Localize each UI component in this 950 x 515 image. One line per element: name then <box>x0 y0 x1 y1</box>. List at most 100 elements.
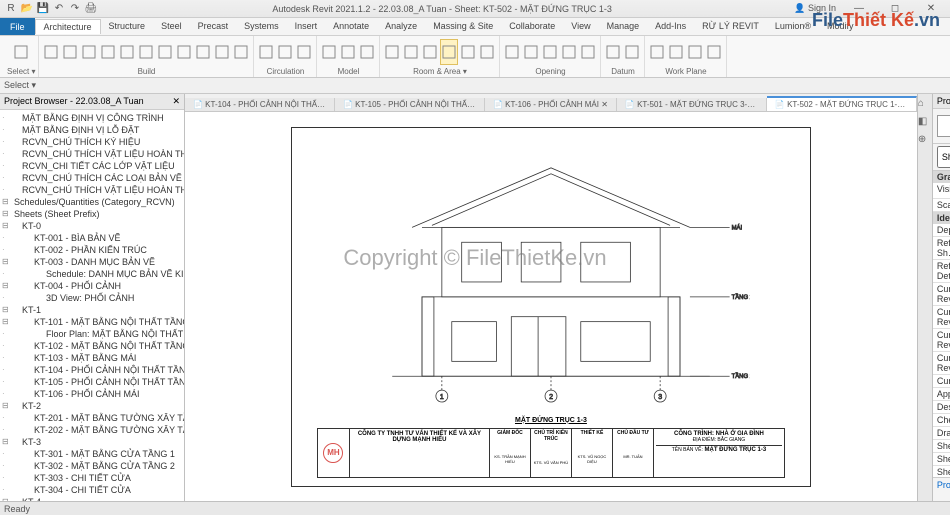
viewport[interactable]: 1 2 3 MÁI TẦNG 2 TẦNG 1 MẶT Đ <box>185 112 917 501</box>
tree-node[interactable]: 3D View: PHỐI CẢNH <box>0 292 184 304</box>
property-row[interactable]: Current Revisio… <box>933 352 950 375</box>
tree-node[interactable]: RCVN_CHÚ THÍCH VẬT LIỆU HOÀN THIỆN 2 <box>0 184 184 196</box>
tree-node[interactable]: Schedules/Quantities (Category_RCVN) <box>0 196 184 208</box>
room-separator-button[interactable] <box>402 39 420 65</box>
property-row[interactable]: Approved ByApprover <box>933 388 950 401</box>
modify-button[interactable] <box>12 39 30 65</box>
model-group-button[interactable] <box>358 39 376 65</box>
shaft-button[interactable] <box>522 39 540 65</box>
tree-node[interactable]: KT-202 - MẶT BẰNG TƯỜNG XÂY TẦNG 2 <box>0 424 184 436</box>
ref-plane-button[interactable] <box>686 39 704 65</box>
property-row[interactable]: Current Revisio… <box>933 283 950 306</box>
project-browser-tree[interactable]: MẶT BẰNG ĐỊNH VỊ CÔNG TRÌNHMẶT BẰNG ĐỊNH… <box>0 110 184 501</box>
tree-node[interactable]: KT-001 - BÌA BẢN VẼ <box>0 232 184 244</box>
by-face-button[interactable] <box>503 39 521 65</box>
tree-node[interactable]: Floor Plan: MẶT BẰNG NỘI THẤT TẦNG 1 <box>0 328 184 340</box>
document-tab[interactable]: 📄 KT-105 - PHỐI CẢNH NỘI THẤT TẦ… ✕ <box>335 98 485 111</box>
property-row[interactable]: Designed ByDesigner <box>933 401 950 414</box>
ribbon-tab-systems[interactable]: Systems <box>236 19 287 34</box>
ribbon-tab-structure[interactable]: Structure <box>101 19 154 34</box>
property-row[interactable]: Referencing Sh… <box>933 237 950 260</box>
window-button[interactable] <box>80 39 98 65</box>
tree-node[interactable]: KT-002 - PHẦN KIẾN TRÚC <box>0 244 184 256</box>
document-tab[interactable]: 📄 KT-501 - MẶT ĐỨNG TRỤC 3-1 ✕ <box>617 98 767 111</box>
ribbon-tab-addins[interactable]: Add-Ins <box>647 19 694 34</box>
ribbon-tab-precast[interactable]: Precast <box>190 19 237 34</box>
tree-node[interactable]: KT-106 - PHỐI CẢNH MÁI <box>0 388 184 400</box>
save-icon[interactable]: 💾 <box>36 2 50 16</box>
tag-room-button[interactable] <box>421 39 439 65</box>
tree-node[interactable]: KT-302 - MẶT BẰNG CỬA TẦNG 2 <box>0 460 184 472</box>
steering-icon[interactable]: ⊕ <box>918 134 932 148</box>
property-row[interactable]: Scale1 : 75 <box>933 199 950 212</box>
model-text-button[interactable] <box>320 39 338 65</box>
property-row[interactable]: Sheet NumberKT-503 <box>933 440 950 453</box>
wall-button[interactable] <box>42 39 60 65</box>
tree-node[interactable]: KT-1 <box>0 304 184 316</box>
property-row[interactable]: Current Revision <box>933 375 950 388</box>
ceiling-button[interactable] <box>156 39 174 65</box>
property-row[interactable]: DependencyIndependent <box>933 224 950 237</box>
property-row[interactable]: Current Revisio… <box>933 329 950 352</box>
tag-area-button[interactable] <box>478 39 496 65</box>
file-tab[interactable]: File <box>0 18 35 35</box>
roof-button[interactable] <box>137 39 155 65</box>
curtain-system-button[interactable] <box>194 39 212 65</box>
document-tab[interactable]: 📄 KT-104 - PHỐI CẢNH NỘI THẤT TẦ… ✕ <box>185 98 335 111</box>
tree-node[interactable]: RCVN_CHÚ THÍCH CÁC LOẠI BẢN VẼ <box>0 172 184 184</box>
show-button[interactable] <box>667 39 685 65</box>
area-button[interactable] <box>440 39 458 65</box>
ribbon-tab-rlrevit[interactable]: RỪ LÝ REVIT <box>694 19 767 34</box>
revit-icon[interactable]: R <box>4 2 18 16</box>
select-dropdown[interactable]: Select ▾ <box>4 80 36 91</box>
room-button[interactable] <box>383 39 401 65</box>
property-row[interactable]: Referencing Det… <box>933 260 950 283</box>
tree-node[interactable]: KT-003 - DANH MỤC BẢN VẼ <box>0 256 184 268</box>
property-row[interactable]: Checked ByChecker <box>933 414 950 427</box>
property-row[interactable]: Visibility/Graphi…Edit… <box>933 183 950 199</box>
mullion-button[interactable] <box>232 39 250 65</box>
stair-button[interactable] <box>295 39 313 65</box>
model-line-button[interactable] <box>339 39 357 65</box>
property-row[interactable]: Sheet NameMẶT ĐỨNG TRỤ… <box>933 453 950 466</box>
tree-node[interactable]: RCVN_CHÚ THÍCH VẬT LIỆU HOÀN THIỆN <box>0 148 184 160</box>
ramp-button[interactable] <box>276 39 294 65</box>
tree-node[interactable]: KT-101 - MẶT BẰNG NỘI THẤT TẦNG 1 <box>0 316 184 328</box>
tree-node[interactable]: KT-104 - PHỐI CẢNH NỘI THẤT TẦNG 1 <box>0 364 184 376</box>
ribbon-tab-architecture[interactable]: Architecture <box>35 19 101 34</box>
tree-node[interactable]: KT-004 - PHỐI CẢNH <box>0 280 184 292</box>
properties-grid[interactable]: GraphicsVisibility/Graphi…Edit…Scale1 : … <box>933 171 950 477</box>
print-icon[interactable]: 🖨 <box>84 2 98 16</box>
tree-node[interactable]: KT-102 - MẶT BẰNG NỘI THẤT TẦNG 2 <box>0 340 184 352</box>
tree-node[interactable]: KT-301 - MẶT BẰNG CỬA TẦNG 1 <box>0 448 184 460</box>
property-row[interactable]: Sheet Issue Date04/08/19 <box>933 466 950 477</box>
properties-help-link[interactable]: Properties help <box>937 480 950 499</box>
door-button[interactable] <box>61 39 79 65</box>
ribbon-tab-collaborate[interactable]: Collaborate <box>501 19 563 34</box>
tree-node[interactable]: RCVN_CHI TIẾT CÁC LỚP VẬT LIỆU <box>0 160 184 172</box>
ribbon-tab-analyze[interactable]: Analyze <box>377 19 425 34</box>
area-boundary-button[interactable] <box>459 39 477 65</box>
nav-icon[interactable]: ⌂ <box>918 98 932 112</box>
column-button[interactable] <box>118 39 136 65</box>
tree-node[interactable]: KT-304 - CHI TIẾT CỬA <box>0 484 184 496</box>
ribbon-tab-steel[interactable]: Steel <box>153 19 190 34</box>
set-button[interactable] <box>648 39 666 65</box>
grid-button[interactable] <box>623 39 641 65</box>
tree-node[interactable]: KT-0 <box>0 220 184 232</box>
undo-icon[interactable]: ↶ <box>52 2 66 16</box>
viewer-button[interactable] <box>705 39 723 65</box>
redo-icon[interactable]: ↷ <box>68 2 82 16</box>
wall-button[interactable] <box>541 39 559 65</box>
railing-button[interactable] <box>257 39 275 65</box>
tree-node[interactable]: KT-3 <box>0 436 184 448</box>
component-button[interactable] <box>99 39 117 65</box>
cube-icon[interactable]: ◧ <box>918 116 932 130</box>
close-icon[interactable]: ✕ <box>172 96 180 107</box>
ribbon-tab-annotate[interactable]: Annotate <box>325 19 377 34</box>
tree-node[interactable]: RCVN_CHÚ THÍCH KÝ HIỆU <box>0 136 184 148</box>
ribbon-tab-view[interactable]: View <box>563 19 598 34</box>
tree-node[interactable]: MẶT BẰNG ĐỊNH VỊ CÔNG TRÌNH <box>0 112 184 124</box>
tree-node[interactable]: Schedule: DANH MỤC BẢN VẼ KIẾN TRÚC <box>0 268 184 280</box>
document-tab[interactable]: 📄 KT-106 - PHỐI CẢNH MÁI ✕ <box>485 98 617 111</box>
